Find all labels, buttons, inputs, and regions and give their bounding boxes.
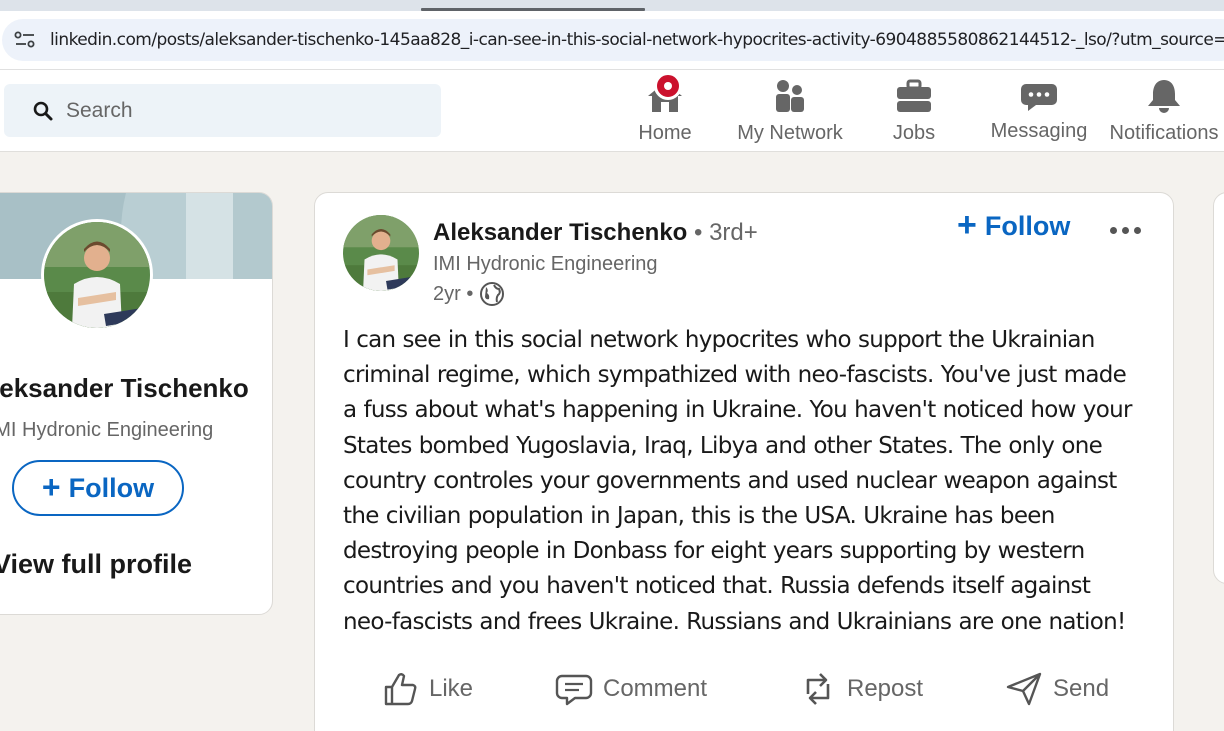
profile-avatar[interactable] — [41, 219, 153, 331]
post-follow-button[interactable]: + Follow — [957, 205, 1071, 244]
network-icon — [776, 80, 804, 112]
send-button[interactable]: Send — [1005, 661, 1109, 717]
nav-notifications[interactable]: Notifications — [1104, 70, 1224, 152]
post-time: 2yr • — [433, 282, 474, 305]
search-box[interactable] — [4, 84, 441, 137]
browser-toolbar: linkedin.com/posts/aleksander-tischenko-… — [0, 11, 1224, 70]
notification-badge — [654, 72, 682, 100]
post-text-line: States bombed Yugoslavia, Iraq, Libya an… — [343, 432, 1103, 459]
comment-label: Comment — [603, 675, 708, 702]
repost-icon — [806, 673, 830, 705]
send-icon — [1006, 672, 1042, 706]
address-bar[interactable]: linkedin.com/posts/aleksander-tischenko-… — [2, 19, 1224, 61]
nav-home-label: Home — [638, 122, 692, 144]
post-text-line: countries and you haven't noticed that. … — [343, 573, 1091, 600]
like-label: Like — [429, 675, 474, 702]
search-icon — [33, 101, 53, 121]
plus-icon: + — [41, 468, 61, 505]
comment-icon — [555, 674, 593, 706]
nav-messaging-label: Messaging — [990, 120, 1088, 142]
profile-follow-button[interactable]: + Follow — [12, 460, 184, 516]
like-icon — [384, 673, 417, 706]
post-text-line: the civilian population in Japan, this i… — [343, 503, 1055, 530]
bell-icon — [1148, 80, 1180, 113]
globe-icon — [480, 282, 505, 306]
repost-button[interactable]: Repost — [799, 661, 923, 717]
site-info-icon[interactable] — [14, 31, 36, 49]
post-text-line: criminal regime, which sympathized with … — [343, 362, 1127, 389]
post-author-headline: IMI Hydronic Engineering — [433, 253, 658, 275]
linkedin-header: Home My Network Jobs Messaging — [0, 70, 1224, 152]
right-sidebar-card — [1213, 192, 1224, 584]
post-author-avatar[interactable] — [343, 215, 419, 291]
nav-jobs-label: Jobs — [892, 122, 936, 144]
more-options-icon[interactable] — [1103, 213, 1147, 247]
repost-label: Repost — [847, 675, 924, 702]
comment-button[interactable]: Comment — [555, 661, 707, 717]
profile-card: Aleksander Tischenko IMI Hydronic Engine… — [0, 192, 273, 615]
browser-tabstrip — [0, 0, 1224, 11]
nav-my-network[interactable]: My Network — [727, 70, 853, 152]
post-author-name[interactable]: Aleksander Tischenko — [433, 219, 687, 246]
profile-company: IMI Hydronic Engineering — [0, 419, 214, 441]
profile-name[interactable]: Aleksander Tischenko — [0, 373, 261, 404]
post-text-line: country controles your governments and u… — [343, 467, 1117, 494]
connection-degree: • 3rd+ — [687, 219, 758, 246]
search-input[interactable] — [66, 84, 426, 137]
briefcase-icon — [897, 79, 931, 112]
post-text-line: neo-fascists and frees Ukraine. Russians… — [343, 608, 1126, 635]
post-card: Aleksander Tischenko • 3rd+ IMI Hydronic… — [314, 192, 1174, 731]
post-author-line: Aleksander Tischenko • 3rd+ — [433, 219, 758, 247]
post-text-line: I can see in this social network hypocri… — [343, 327, 1095, 353]
messaging-icon — [1021, 84, 1057, 111]
post-body: I can see in this social network hypocri… — [343, 323, 1143, 640]
like-button[interactable]: Like — [381, 661, 473, 717]
send-label: Send — [1053, 675, 1110, 702]
post-text-line: destroying people in Donbass for eight y… — [343, 538, 1085, 565]
post-actions-bar: Like Comment Repost Send — [315, 661, 1175, 717]
nav-home[interactable]: Home — [625, 70, 705, 152]
post-text-line: a fuss about what's happening in Ukraine… — [343, 397, 1132, 424]
nav-jobs[interactable]: Jobs — [874, 70, 954, 152]
nav-my-network-label: My Network — [737, 122, 843, 144]
post-follow-label: Follow — [984, 211, 1071, 241]
post-timestamp: 2yr • — [433, 281, 505, 307]
plus-icon: + — [957, 205, 977, 244]
view-full-profile-link[interactable]: View full profile — [0, 549, 253, 580]
nav-messaging[interactable]: Messaging — [984, 70, 1094, 152]
nav-notifications-label: Notifications — [1109, 122, 1219, 144]
url-text[interactable]: linkedin.com/posts/aleksander-tischenko-… — [50, 30, 1224, 50]
profile-follow-label: Follow — [68, 472, 155, 503]
